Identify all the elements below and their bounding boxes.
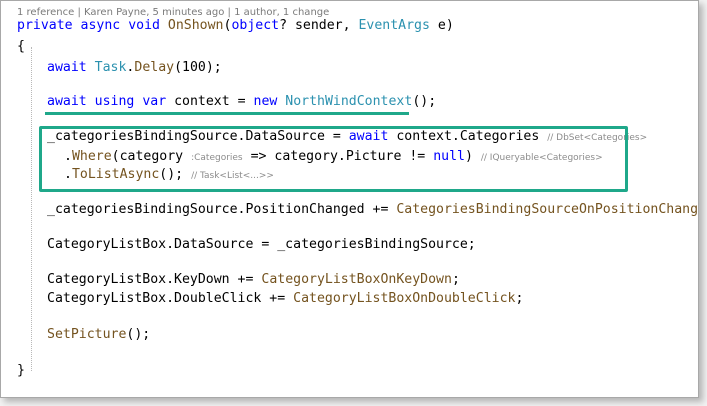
close-brace: } bbox=[17, 363, 25, 378]
method-setpicture: SetPicture bbox=[47, 327, 127, 342]
keydown-rest: ; bbox=[451, 272, 460, 287]
type-northwindcontext: NorthWindContext bbox=[285, 94, 413, 109]
method-name: OnShown bbox=[167, 18, 224, 33]
context-variable: context = bbox=[174, 94, 254, 109]
keyword-var: var bbox=[142, 94, 167, 109]
signature-e: e) bbox=[429, 18, 454, 33]
keyword-await: await bbox=[47, 94, 87, 109]
keyword-async: async bbox=[80, 18, 121, 33]
setpicture-line: SetPicture(); bbox=[47, 324, 150, 346]
keyword-await: await bbox=[47, 60, 87, 75]
keyword-new: new bbox=[253, 94, 278, 109]
context-line: await using var context = new NorthWindC… bbox=[47, 91, 436, 113]
handler-doubleclick: CategoryListBoxOnDoubleClick bbox=[293, 291, 516, 306]
type-eventargs: EventArgs bbox=[358, 18, 430, 33]
query-highlight-box bbox=[39, 126, 628, 192]
delay-args: (100); bbox=[174, 60, 222, 75]
keyword-object: object bbox=[231, 18, 280, 33]
keyword-private: private bbox=[17, 18, 73, 33]
open-brace: { bbox=[17, 39, 25, 54]
context-rest: (); bbox=[412, 94, 437, 109]
method-delay: Delay bbox=[134, 60, 175, 75]
context-underline-annotation bbox=[45, 112, 409, 115]
keydown-prefix: CategoryListBox.KeyDown += bbox=[47, 272, 262, 287]
listbox-datasource-line: CategoryListBox.DataSource = _categories… bbox=[47, 237, 476, 252]
keyword-using: using bbox=[94, 94, 135, 109]
code-editor-screenshot: 1 reference | Karen Payne, 5 minutes ago… bbox=[0, 0, 699, 398]
doubleclick-line: CategoryListBox.DoubleClick += CategoryL… bbox=[47, 288, 523, 310]
position-changed-line: _categoriesBindingSource.PositionChanged… bbox=[47, 199, 699, 221]
doubleclick-rest: ; bbox=[515, 291, 524, 306]
setpicture-rest: (); bbox=[126, 327, 151, 342]
method-signature-line: private async void OnShown(object? sende… bbox=[17, 15, 454, 37]
type-task: Task bbox=[94, 60, 127, 75]
delay-line: await Task.Delay(100); bbox=[47, 57, 222, 79]
signature-sender: ? sender, bbox=[279, 18, 359, 33]
handler-keydown: CategoryListBoxOnKeyDown bbox=[261, 272, 452, 287]
keyword-void: void bbox=[128, 18, 160, 33]
indent-guide bbox=[31, 47, 32, 371]
doubleclick-prefix: CategoryListBox.DoubleClick += bbox=[47, 291, 294, 306]
handler-position-changed: CategoriesBindingSourceOnPositionChanged bbox=[396, 202, 699, 217]
position-prefix: _categoriesBindingSource.PositionChanged… bbox=[47, 202, 397, 217]
